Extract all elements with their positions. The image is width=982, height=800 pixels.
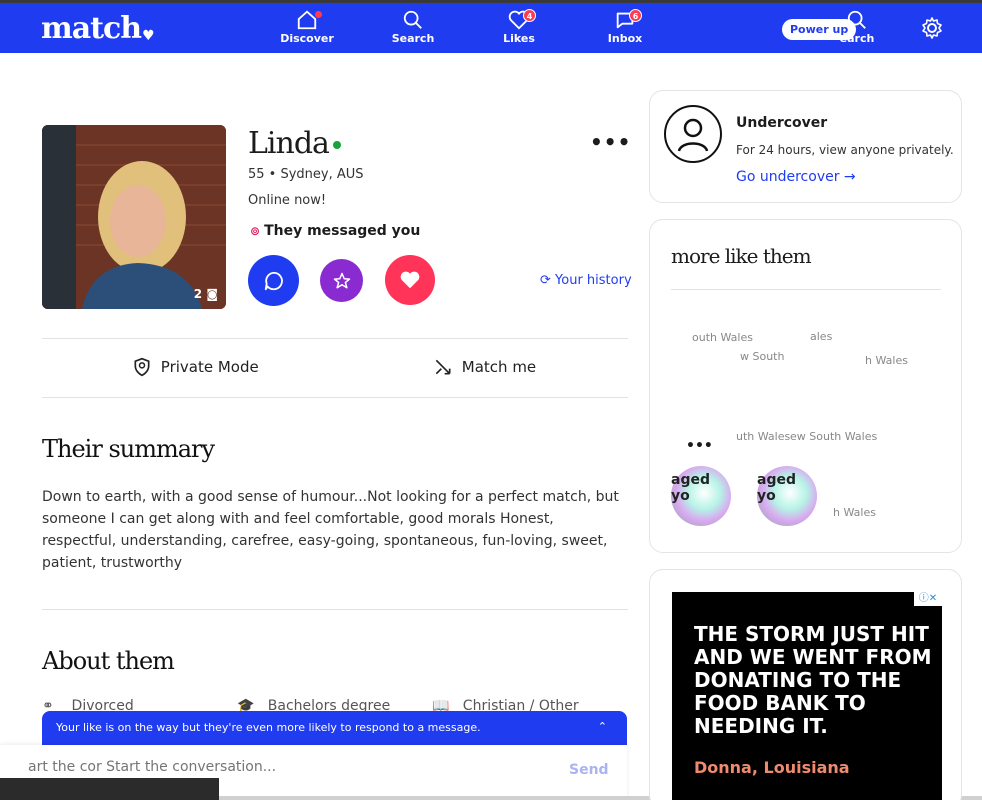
refresh-icon: ⟳ — [540, 273, 551, 288]
blurred-location: h Wales — [865, 354, 908, 367]
blurred-location: outh Wales — [692, 331, 753, 344]
advertisement[interactable]: ⓘ✕ THE STORM JUST HIT AND WE WENT FROM D… — [672, 592, 942, 800]
divider — [671, 289, 941, 290]
send-button[interactable]: Send — [569, 762, 609, 778]
nav-likes-label: Likes — [503, 32, 535, 45]
message-prompt-banner[interactable]: Your like is on the way but they're even… — [42, 711, 627, 745]
likes-badge: 4 — [523, 9, 536, 22]
your-history-link[interactable]: ⟳ Your history — [540, 273, 632, 288]
online-indicator — [333, 141, 341, 149]
profile-name: Linda — [248, 126, 330, 161]
divider — [42, 338, 628, 339]
power-up-button[interactable]: Power up — [782, 19, 857, 40]
undercover-title: Undercover — [736, 115, 828, 131]
more-like-them-card: more like them outh Wales ales w South h… — [649, 219, 962, 553]
summary-text: Down to earth, with a good sense of humo… — [42, 489, 619, 571]
more-options-button[interactable]: ••• — [686, 438, 713, 454]
divider — [42, 397, 628, 398]
more-options-button[interactable]: ••• — [590, 130, 631, 154]
camera-icon: ◙ — [206, 287, 218, 301]
super-like-button[interactable] — [320, 259, 363, 302]
ad-headline: THE STORM JUST HIT AND WE WENT FROM DONA… — [694, 622, 932, 738]
messaged-you-label: ⊚ They messaged you — [250, 223, 421, 239]
nav-discover[interactable]: Discover — [272, 9, 342, 45]
undercover-subtitle: For 24 hours, view anyone privately. — [736, 143, 954, 157]
inbox-badge: 6 — [629, 9, 642, 22]
gear-icon — [920, 17, 944, 44]
nav-search[interactable]: Search — [378, 9, 448, 45]
chat-bubble-icon — [590, 9, 660, 31]
suggested-profile-avatar[interactable]: aged yo — [757, 466, 817, 526]
nav-search-label: Search — [391, 32, 435, 45]
taskbar-fragment — [0, 778, 219, 800]
blurred-location: w South — [740, 350, 785, 363]
ad-choices-close-icon[interactable]: ⓘ✕ — [914, 592, 942, 606]
profile-photo[interactable]: 2 ◙ — [42, 125, 226, 309]
more-like-them-title: more like them — [671, 244, 812, 268]
blurred-location: uth Wales — [736, 430, 791, 443]
blurred-location: ew South Wales — [790, 430, 878, 443]
suggested-profile-avatar[interactable]: aged yo — [671, 466, 731, 526]
message-input[interactable] — [28, 759, 528, 775]
home-icon — [272, 9, 342, 31]
message-button[interactable] — [248, 255, 299, 306]
photo-count: 2 ◙ — [193, 287, 218, 301]
settings-button[interactable] — [920, 16, 944, 44]
ad-location: Donna, Louisiana — [694, 758, 850, 777]
online-status: Online now! — [248, 193, 327, 208]
discover-dot-badge — [315, 11, 322, 18]
nav-discover-label: Discover — [280, 32, 334, 45]
match-me-button[interactable]: Match me — [433, 357, 536, 377]
private-mode-button[interactable]: Private Mode — [132, 357, 259, 377]
shield-user-icon — [132, 357, 161, 377]
go-undercover-link[interactable]: Go undercover → — [736, 169, 856, 185]
nav-inbox[interactable]: 6 Inbox — [590, 9, 660, 45]
blurred-location: ales — [810, 330, 833, 343]
nav-likes[interactable]: 4 Likes — [484, 9, 554, 45]
match-arrows-icon — [433, 358, 462, 376]
undercover-card: Undercover For 24 hours, view anyone pri… — [649, 90, 962, 203]
blurred-location: h Wales — [833, 506, 876, 519]
user-silhouette-icon — [664, 105, 722, 163]
advertisement-card: ⓘ✕ THE STORM JUST HIT AND WE WENT FROM D… — [649, 569, 962, 800]
profile-age-location: 55 • Sydney, AUS — [248, 167, 364, 182]
match-logo[interactable]: match♥ — [41, 11, 155, 46]
summary-heading: Their summary — [42, 435, 215, 463]
chevron-up-icon[interactable]: ⌃ — [598, 720, 607, 733]
like-button[interactable] — [385, 255, 435, 305]
search-icon — [378, 9, 448, 31]
nav-inbox-label: Inbox — [607, 32, 643, 45]
linked-rings-icon: ⊚ — [250, 224, 261, 238]
divider — [42, 609, 628, 610]
about-heading: About them — [42, 647, 175, 675]
top-navigation: match♥ Discover Search 4 Likes 6 Inbox e… — [0, 0, 982, 53]
heart-icon — [484, 9, 554, 31]
